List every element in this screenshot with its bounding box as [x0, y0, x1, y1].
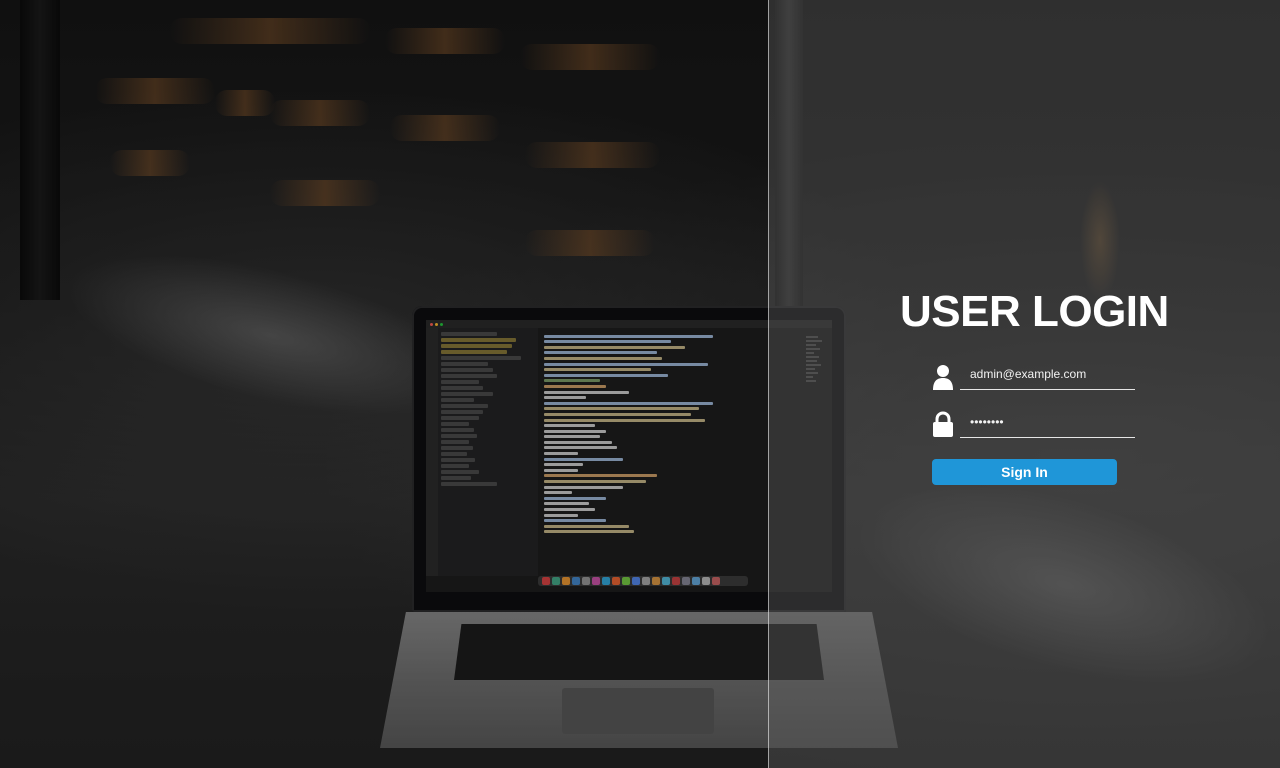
user-icon [932, 362, 954, 390]
image-dim-overlay [0, 0, 768, 768]
email-field-group [932, 360, 1135, 390]
password-input[interactable] [960, 409, 1135, 438]
sign-in-button[interactable]: Sign In [932, 459, 1117, 485]
email-input[interactable] [960, 361, 1135, 390]
login-page: USER LOGIN Sign In [0, 0, 1280, 768]
lock-icon [932, 410, 954, 438]
login-form: USER LOGIN Sign In [900, 287, 1169, 485]
login-title: USER LOGIN [900, 287, 1169, 336]
password-field-group [932, 408, 1135, 438]
